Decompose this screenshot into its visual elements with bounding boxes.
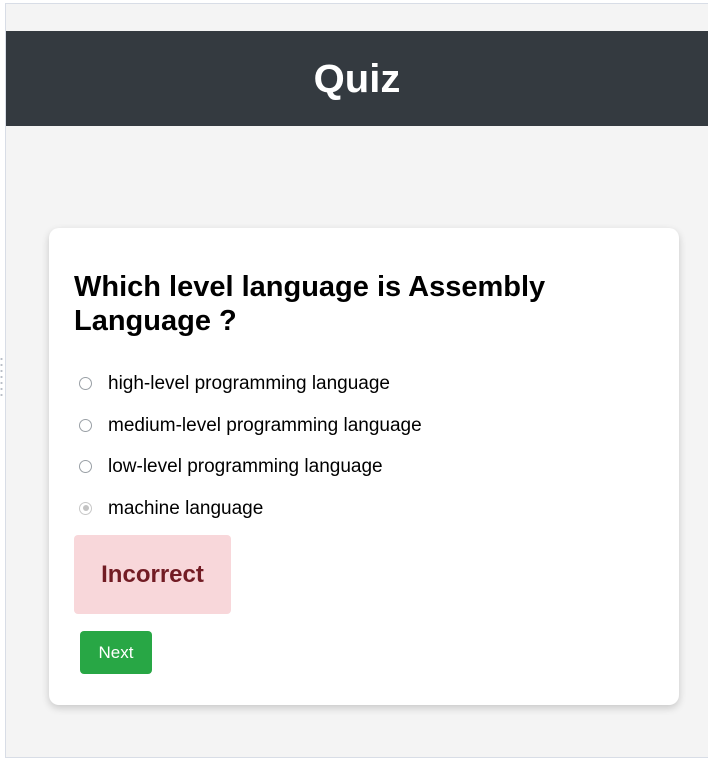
quiz-card: Which level language is Assembly Languag… [49, 228, 679, 705]
option-label: machine language [108, 497, 264, 519]
option-low-level[interactable]: low-level programming language [79, 457, 422, 499]
radio-button[interactable] [79, 418, 92, 432]
feedback-alert: Incorrect [74, 535, 231, 614]
option-machine-language[interactable]: machine language [79, 497, 422, 541]
radio-button[interactable] [79, 377, 92, 390]
answer-options: high-level programming language medium-l… [79, 374, 422, 540]
app-header: Quiz [6, 31, 708, 126]
radio-button-selected[interactable] [79, 501, 92, 515]
option-label: high-level programming language [108, 373, 391, 394]
option-medium-level[interactable]: medium-level programming language [79, 414, 422, 458]
question-text: Which level language is Assembly Languag… [74, 271, 546, 337]
feedback-text: Incorrect [101, 560, 204, 588]
option-high-level[interactable]: high-level programming language [79, 374, 422, 416]
option-label: low-level programming language [108, 456, 383, 477]
resize-handle[interactable] [0, 356, 3, 398]
next-button[interactable]: Next [80, 631, 152, 674]
radio-button[interactable] [79, 460, 92, 473]
option-label: medium-level programming language [108, 414, 422, 436]
page-title: Quiz [313, 56, 401, 101]
